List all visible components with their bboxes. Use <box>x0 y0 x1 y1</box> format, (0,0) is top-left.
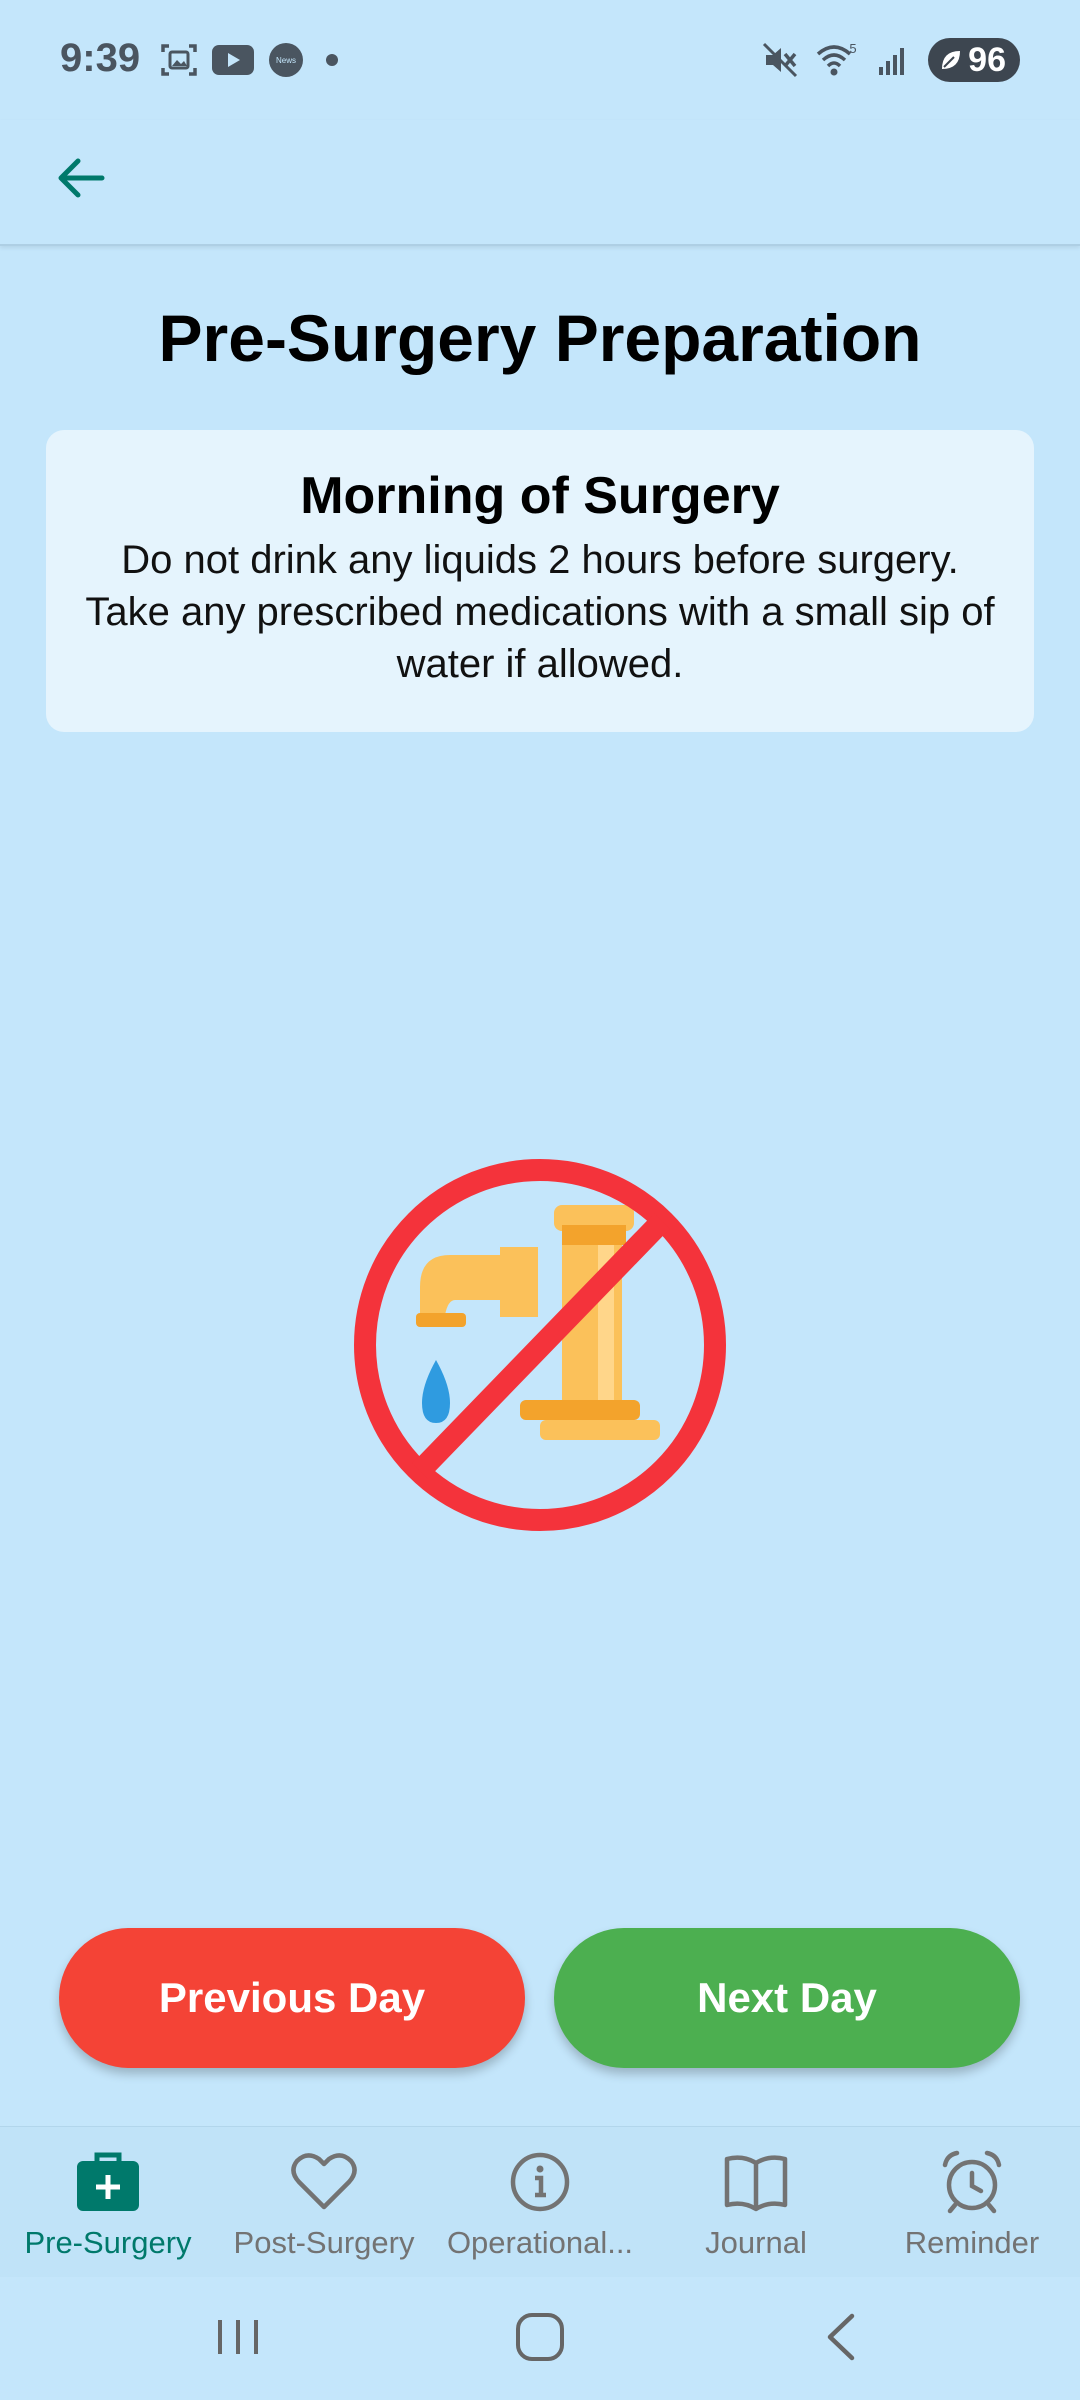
status-bar: 9:39 News 5 96 <box>0 0 1080 120</box>
mute-icon <box>763 42 798 78</box>
card-body: Do not drink any liquids 2 hours before … <box>85 538 995 686</box>
system-status-icons: 5 96 <box>762 38 1020 82</box>
tab-journal-label: Journal <box>705 2225 807 2260</box>
tab-operational[interactable]: Operational... <box>432 2127 648 2277</box>
card-title: Morning of Surgery <box>300 467 780 525</box>
alarm-clock-icon <box>942 2150 1002 2214</box>
system-back-icon[interactable] <box>802 2302 882 2372</box>
page-title: Pre-Surgery Preparation <box>158 301 922 375</box>
tab-reminder-label: Reminder <box>904 2225 1040 2260</box>
notification-icons: News <box>160 42 346 78</box>
battery-indicator: 96 <box>928 38 1020 82</box>
home-icon[interactable] <box>500 2302 580 2372</box>
no-water-faucet-icon <box>354 1159 726 1531</box>
youtube-icon <box>212 45 254 75</box>
wifi-icon: 5 <box>817 42 857 76</box>
heart-icon <box>291 2153 357 2210</box>
screenshot-icon <box>161 44 197 76</box>
book-icon <box>724 2155 788 2212</box>
tab-post-surgery-label: Post-Surgery <box>233 2225 415 2260</box>
back-button[interactable] <box>44 142 116 214</box>
tab-reminder[interactable]: Reminder <box>864 2127 1080 2277</box>
tab-operational-label: Operational... <box>446 2225 634 2260</box>
signal-icon <box>879 48 905 75</box>
recent-apps-icon[interactable] <box>198 2302 278 2372</box>
battery-saver-leaf-icon <box>942 51 961 69</box>
wifi-band-label: 5 <box>850 42 857 56</box>
system-navigation-bar <box>0 2276 1080 2400</box>
instruction-card: Morning of Surgery Do not drink any liqu… <box>46 430 1034 732</box>
tab-pre-surgery[interactable]: Pre-Surgery <box>0 2127 216 2277</box>
info-icon <box>510 2152 570 2212</box>
app-bar <box>0 120 1080 246</box>
news-icon: News <box>269 43 303 77</box>
dot-icon <box>326 54 338 66</box>
previous-day-button[interactable]: Previous Day <box>59 1928 525 2068</box>
tab-pre-surgery-label: Pre-Surgery <box>24 2225 192 2260</box>
bottom-navigation: Pre-Surgery Post-Surgery Operational... … <box>0 2126 1080 2277</box>
tab-journal[interactable]: Journal <box>648 2127 864 2277</box>
medical-kit-icon <box>77 2152 139 2211</box>
status-time: 9:39 <box>60 36 141 80</box>
arrow-left-icon <box>58 158 105 198</box>
battery-level: 96 <box>968 40 1006 79</box>
tab-post-surgery[interactable]: Post-Surgery <box>216 2127 432 2277</box>
news-icon-label: News <box>276 56 296 65</box>
next-day-button[interactable]: Next Day <box>554 1928 1020 2068</box>
